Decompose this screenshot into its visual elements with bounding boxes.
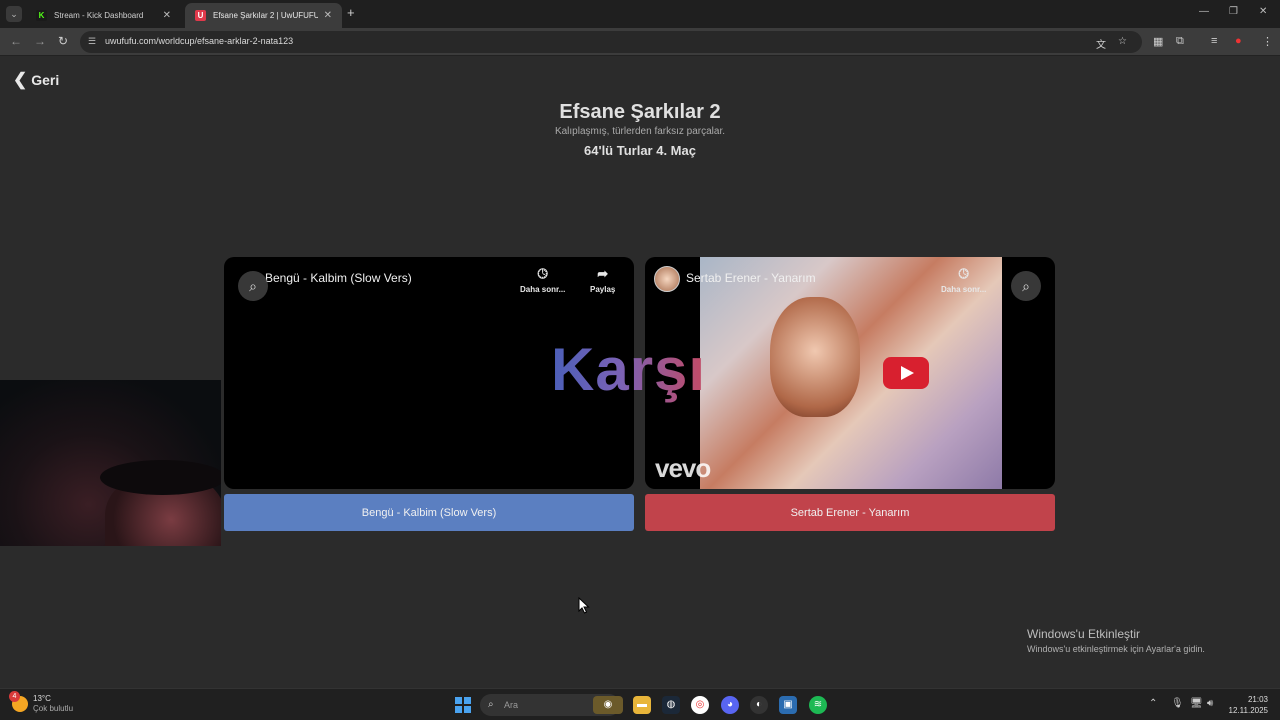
weather-sun-icon: 4 [9,691,28,712]
search-placeholder: Ara [504,700,519,710]
tab-search-button[interactable]: ⌄ [6,6,22,22]
share-arrow-icon: ➦ [597,266,609,281]
address-bar[interactable]: ☰ uwufufu.com/worldcup/efsane-arklar-2-n… [80,31,1142,53]
activation-title: Windows'u Etkinleştir [1027,627,1140,641]
windows-activation-notice: Windows'u Etkinleştir Windows'u etkinleş… [1027,627,1205,654]
tab-uwufufu[interactable]: U Efsane Şarkılar 2 | UwUFUFU ✕ [185,3,342,28]
clock-icon: 🕓︎ [958,266,969,281]
media-control-icon[interactable]: ≡ [1211,35,1217,47]
weather-temp: 13°C [33,694,51,703]
app-icon[interactable]: ◐ [750,696,768,714]
versus-label: Karşı [551,336,707,403]
watch-later-button[interactable]: 🕓︎ Daha sonr... [520,266,565,294]
tab-title: Stream - Kick Dashboard [54,11,144,20]
search-icon: ⌕ [488,699,494,710]
page-title: Efsane Şarkılar 2 [559,101,721,123]
streamer-hair [100,460,221,495]
weather-desc: Çok bulutlu [33,704,74,713]
choose-right-button[interactable]: Sertab Erener - Yanarım [645,494,1055,531]
extension-counter-icon[interactable]: ▦ [1153,35,1163,48]
share-button[interactable]: ➦ Paylaş [590,266,615,294]
watch-later-button[interactable]: 🕓︎ Daha sonr... [941,266,986,294]
menu-kebab-icon[interactable]: ⋮ [1262,35,1273,48]
windows-start-icon[interactable] [455,697,471,713]
profile-avatar-icon[interactable]: ● [1235,35,1242,47]
browser-toolbar: ← → ↻ ☰ uwufufu.com/worldcup/efsane-arkl… [0,28,1280,56]
clock-time: 21:03 [1247,695,1268,704]
translate-icon[interactable]: 文 [1096,36,1106,51]
page-content: ❮ Geri Efsane Şarkılar 2 Kalıplaşmış, tü… [0,57,1280,688]
volume-icon[interactable]: 🔊︎ [1207,698,1213,709]
microphone-icon[interactable]: 🎙︎ [1171,698,1184,709]
notification-badge: 4 [9,691,20,702]
thumbnail-face [770,297,860,417]
extensions-puzzle-icon[interactable]: ⧉ [1176,35,1184,48]
tray-chevron-up-icon[interactable]: ⌃ [1149,698,1157,709]
activation-text: Windows'u etkinleştirmek için Ayarlar'a … [1027,644,1205,654]
choose-left-button[interactable]: Bengü - Kalbim (Slow Vers) [224,494,634,531]
store-icon[interactable]: ▣ [779,696,797,714]
kick-favicon-icon: K [36,10,47,21]
share-label: Paylaş [590,285,616,294]
chevron-left-icon: ❮ [13,70,28,89]
back-label: Geri [31,72,60,88]
tab-kick-dashboard[interactable]: K Stream - Kick Dashboard ✕ [26,3,181,28]
watch-later-label: Daha sonr... [520,285,566,294]
round-label: 64'lü Turlar 4. Maç [584,143,696,158]
vevo-watermark: vevo [655,453,711,483]
bookmark-star-icon[interactable]: ☆ [1118,36,1127,47]
network-icon[interactable]: 🖥︎ [1190,698,1203,709]
search-highlight-icon[interactable]: ◉ [593,696,623,714]
browser-tab-bar: ⌄ K Stream - Kick Dashboard ✕ U Efsane Ş… [0,0,1280,28]
chrome-icon[interactable]: ◎ [691,696,709,714]
video-title[interactable]: Sertab Erener - Yanarım [686,271,816,285]
close-window-icon[interactable]: ✕ [1259,6,1267,17]
webcam-overlay [0,380,221,546]
page-subtitle: Kalıplaşmış, türlerden farksız parçalar. [554,126,726,137]
weather-widget[interactable]: 4 13°C Çok bulutlu [9,691,74,714]
discord-icon[interactable]: ◕ [721,696,739,714]
zoom-icon[interactable]: ⌕ [1011,271,1041,301]
file-explorer-icon[interactable]: ▬ [633,696,651,714]
windows-taskbar: 4 13°C Çok bulutlu ⌕ Ara ◉ ▬ ◍ ◎ ◕ ◐ ▣ ≋… [0,688,1280,720]
close-tab-icon[interactable]: ✕ [324,10,332,21]
youtube-play-icon[interactable] [883,357,929,389]
minimize-icon[interactable]: — [1199,6,1209,17]
site-info-icon[interactable]: ☰ [88,36,100,48]
tab-title: Efsane Şarkılar 2 | UwUFUFU [213,11,318,20]
taskbar-clock[interactable]: 21:03 12.11.2025 [1228,694,1268,716]
right-video-player[interactable]: Sertab Erener - Yanarım 🕓︎ Daha sonr... … [645,257,1055,489]
watch-later-label: Daha sonr... [941,285,987,294]
url-text[interactable]: uwufufu.com/worldcup/efsane-arklar-2-nat… [105,36,293,46]
clock-icon: 🕓︎ [537,266,548,281]
zoom-icon[interactable]: ⌕ [238,271,268,301]
steam-icon[interactable]: ◍ [662,696,680,714]
new-tab-button[interactable]: + [347,5,355,20]
spotify-icon[interactable]: ≋ [809,696,827,714]
back-button[interactable]: ❮ Geri [13,70,59,90]
clock-date: 12.11.2025 [1228,706,1268,715]
video-title[interactable]: Bengü - Kalbim (Slow Vers) [265,271,412,285]
uwufufu-favicon-icon: U [195,10,206,21]
reload-icon[interactable]: ↻ [58,34,68,48]
close-tab-icon[interactable]: ✕ [163,10,171,21]
back-arrow-icon[interactable]: ← [10,34,22,48]
forward-arrow-icon[interactable]: → [34,34,46,48]
channel-avatar[interactable] [654,266,680,292]
restore-icon[interactable]: ❐ [1229,6,1238,17]
